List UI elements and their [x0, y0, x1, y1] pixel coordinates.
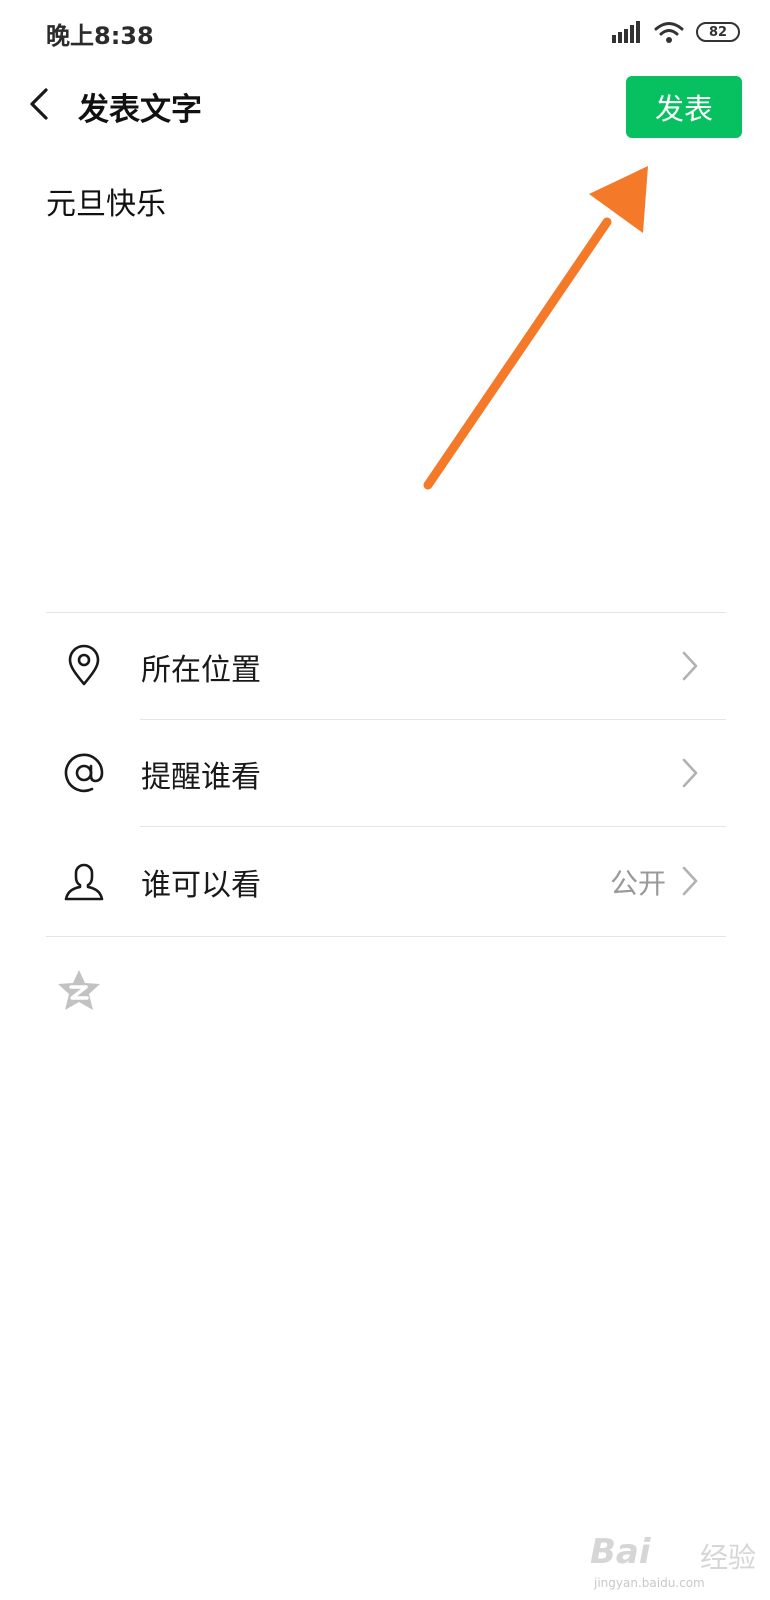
chevron-left-icon	[30, 88, 48, 120]
watermark-url: jingyan.baidu.com	[594, 1576, 705, 1590]
location-pin-icon	[68, 644, 100, 686]
publish-button[interactable]: 发表	[626, 76, 742, 138]
battery-level: 82	[708, 24, 728, 40]
chevron-right-icon	[682, 651, 698, 681]
watermark-brand: Bai	[590, 1532, 651, 1572]
post-text-input[interactable]: 元旦快乐	[46, 180, 706, 230]
qzone-star-icon[interactable]	[56, 968, 102, 1012]
status-bar: 晚上8:38 82	[0, 0, 770, 64]
page-title: 发表文字	[78, 92, 202, 128]
option-label: 谁可以看	[141, 868, 261, 903]
visibility-value: 公开	[609, 867, 666, 900]
chevron-right-icon	[682, 758, 698, 788]
battery-icon: 82	[696, 22, 740, 42]
option-visibility[interactable]: 谁可以看 公开	[46, 828, 726, 934]
divider	[46, 936, 726, 937]
person-icon	[64, 863, 104, 901]
watermark-logo: Bai 经验 jingyan.baidu.com	[590, 1522, 760, 1592]
signal-icon	[612, 21, 640, 43]
nav-bar: 发表文字 发表	[0, 64, 770, 148]
status-time: 晚上8:38	[46, 22, 154, 50]
option-label: 所在位置	[141, 653, 261, 688]
chevron-right-icon	[682, 866, 698, 896]
wifi-icon	[654, 22, 684, 43]
at-sign-icon	[64, 753, 104, 793]
option-mention[interactable]: 提醒谁看	[46, 720, 726, 826]
back-button[interactable]	[18, 82, 62, 126]
status-icons: 82	[612, 18, 740, 46]
option-location[interactable]: 所在位置	[46, 613, 726, 719]
option-label: 提醒谁看	[141, 760, 261, 795]
watermark-brand-suffix: 经验	[700, 1541, 757, 1574]
divider	[140, 826, 726, 827]
